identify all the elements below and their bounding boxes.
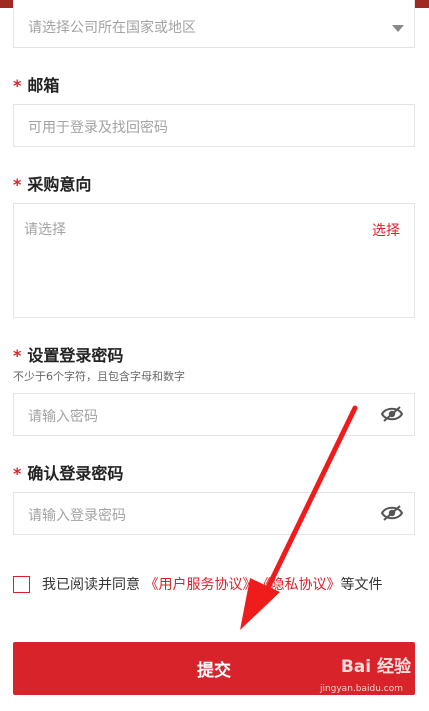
email-placeholder: 可用于登录及找回密码 [28,120,168,136]
intent-select-button[interactable]: 选择 [372,220,400,240]
watermark-logo: Bai 经验 [340,657,411,677]
watermark-url: jingyan.baidu.com [319,684,403,694]
agreement-prefix: 我已阅读并同意 [42,577,140,593]
user-agreement-link[interactable]: 《用户服务协议》 [144,577,249,593]
required-mark: * [13,464,22,483]
intent-field[interactable]: 请选择 选择 [13,203,415,318]
confirm-password-label: * 确认登录密码 [13,460,123,484]
intent-placeholder: 请选择 [24,222,66,238]
eye-off-icon[interactable] [380,404,404,424]
submit-label: 提交 [197,661,231,681]
country-placeholder: 请选择公司所在国家或地区 [28,20,196,36]
email-field[interactable]: 可用于登录及找回密码 [13,104,415,147]
agreement-text: 我已阅读并同意 《用户服务协议》、《隐私协议》等文件 [42,573,415,597]
country-select[interactable]: 请选择公司所在国家或地区 [13,0,415,48]
required-mark: * [13,76,22,95]
required-mark: * [13,346,22,365]
agreement-separator: 、 [249,577,264,593]
agreement-checkbox[interactable] [13,576,30,593]
password-label: * 设置登录密码 [13,342,123,366]
caret-down-icon [392,25,404,32]
privacy-link[interactable]: 《隐私协议》 [263,577,340,593]
password-hint: 不少于6个字符，且包含字母和数字 [13,370,185,383]
intent-label-text: 采购意向 [27,175,92,194]
intent-label: * 采购意向 [13,171,91,195]
email-label-text: 邮箱 [27,76,60,95]
confirm-password-field[interactable]: 请输入登录密码 [13,492,415,535]
eye-off-icon[interactable] [380,503,404,523]
email-label: * 邮箱 [13,72,59,96]
agreement-row: 我已阅读并同意 《用户服务协议》、《隐私协议》等文件 [13,573,415,623]
agreement-suffix: 等文件 [340,577,383,593]
confirm-password-placeholder: 请输入登录密码 [28,508,126,524]
password-label-text: 设置登录密码 [27,346,124,365]
password-field[interactable]: 请输入密码 [13,393,415,436]
required-mark: * [13,175,22,194]
confirm-password-label-text: 确认登录密码 [27,464,124,483]
password-placeholder: 请输入密码 [28,409,98,425]
